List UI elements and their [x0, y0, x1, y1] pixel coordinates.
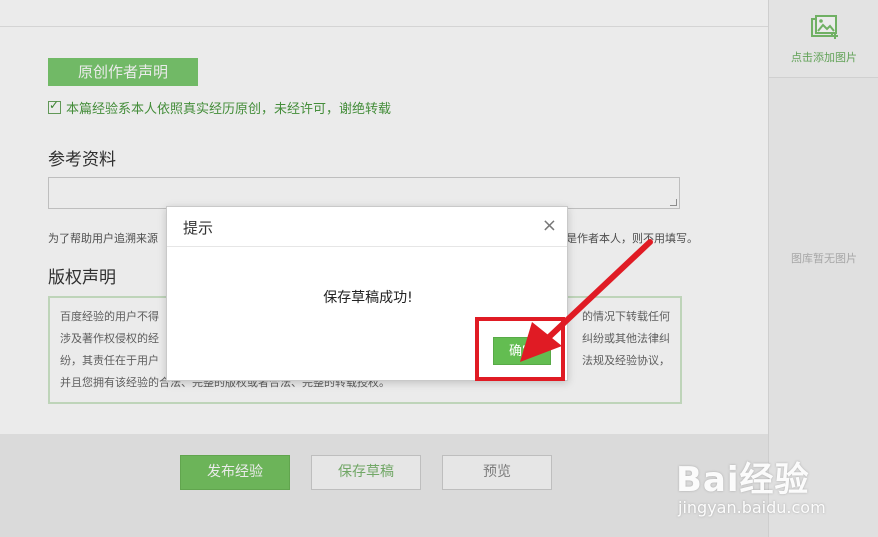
watermark-url: jingyan.baidu.com — [678, 498, 826, 517]
annotation-highlight-box — [475, 317, 565, 381]
baidu-jingyan-watermark: Bai经验 jingyan.baidu.com — [676, 452, 872, 532]
watermark-logo: Bai经验 — [676, 460, 810, 500]
dialog-message: 保存草稿成功! — [323, 290, 413, 306]
close-icon[interactable]: × — [542, 215, 557, 236]
dialog-header: 提示 × — [167, 207, 567, 247]
dialog-title: 提示 — [183, 219, 214, 237]
